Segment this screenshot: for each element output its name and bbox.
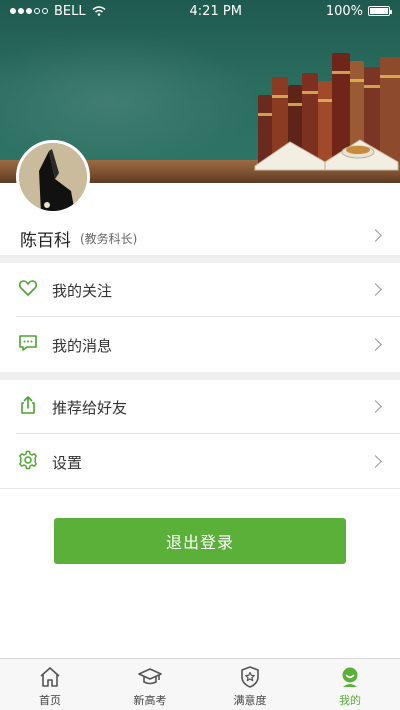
logout-button[interactable]: 退出登录 bbox=[54, 518, 346, 564]
heart-icon bbox=[18, 280, 38, 296]
status-time: 4:21 PM bbox=[189, 3, 242, 19]
section-separator bbox=[0, 255, 400, 263]
graduation-cap-icon bbox=[138, 668, 162, 685]
tab-label: 新高考 bbox=[133, 694, 167, 707]
chevron-right-icon bbox=[369, 229, 382, 242]
tab-satisfaction[interactable]: 满意度 bbox=[200, 659, 300, 710]
divider bbox=[16, 316, 400, 317]
menu-item-label: 我的消息 bbox=[52, 337, 113, 355]
message-icon bbox=[19, 335, 37, 351]
menu-item-label: 推荐给好友 bbox=[52, 399, 128, 417]
menu-item-messages[interactable]: 我的消息 bbox=[0, 318, 400, 372]
home-icon bbox=[40, 667, 60, 687]
chevron-right-icon bbox=[369, 338, 382, 351]
battery-icon bbox=[368, 6, 392, 16]
user-icon bbox=[342, 667, 358, 687]
chevron-right-icon bbox=[369, 400, 382, 413]
divider bbox=[0, 488, 400, 489]
tab-new-gaokao[interactable]: 新高考 bbox=[100, 659, 200, 710]
status-bar: BELL 4:21 PM 100% bbox=[0, 0, 400, 22]
user-role: (教务科长) bbox=[80, 232, 138, 246]
battery-percent: 100% bbox=[325, 3, 363, 19]
signal-strength-icon bbox=[10, 8, 48, 14]
menu-item-settings[interactable]: 设置 bbox=[0, 435, 400, 489]
tab-mine[interactable]: 我的 bbox=[300, 659, 400, 710]
menu-item-following[interactable]: 我的关注 bbox=[0, 263, 400, 317]
tab-label: 首页 bbox=[39, 694, 61, 707]
tab-home[interactable]: 首页 bbox=[0, 659, 100, 710]
tab-label: 满意度 bbox=[233, 694, 267, 707]
user-name: 陈百科 bbox=[20, 231, 71, 251]
bottom-tab-bar: 首页 新高考 满意度 我的 bbox=[0, 658, 400, 710]
section-separator bbox=[0, 372, 400, 380]
share-icon bbox=[21, 396, 35, 414]
wifi-icon bbox=[92, 6, 106, 16]
avatar[interactable] bbox=[16, 140, 90, 214]
gear-icon bbox=[19, 450, 37, 470]
menu-item-label: 我的关注 bbox=[52, 282, 113, 300]
menu-item-label: 设置 bbox=[52, 454, 83, 472]
carrier-name: BELL bbox=[54, 3, 86, 19]
tab-label: 我的 bbox=[339, 694, 361, 707]
chevron-right-icon bbox=[369, 283, 382, 296]
chevron-right-icon bbox=[369, 455, 382, 468]
menu-item-recommend[interactable]: 推荐给好友 bbox=[0, 380, 400, 434]
open-book-illustration bbox=[254, 139, 399, 171]
star-shield-icon bbox=[241, 666, 259, 688]
divider bbox=[16, 433, 400, 434]
